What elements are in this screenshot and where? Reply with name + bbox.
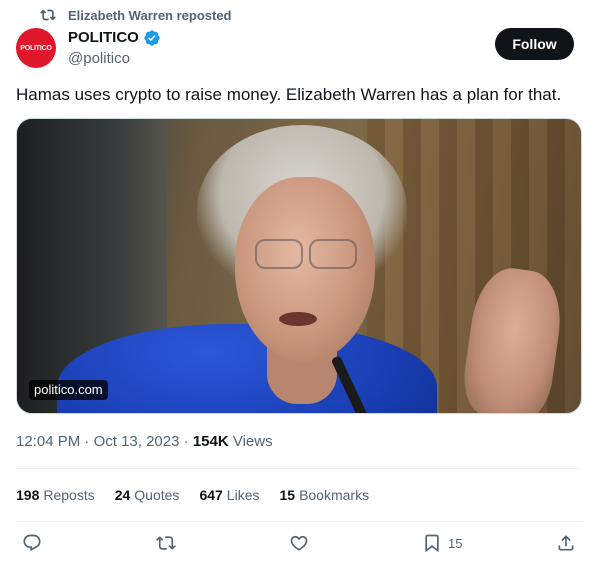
like-button[interactable] — [289, 533, 309, 553]
bookmark-icon — [425, 534, 439, 553]
link-card-image[interactable]: politico.com — [16, 118, 582, 414]
heart-icon — [290, 535, 308, 551]
bookmark-button[interactable]: 15 — [422, 533, 462, 553]
bookmarks-stat[interactable]: 15 Bookmarks — [279, 485, 369, 505]
verified-badge-icon — [144, 30, 160, 46]
likes-stat[interactable]: 647 Likes — [199, 485, 259, 505]
reposts-label: Reposts — [43, 487, 95, 503]
author-name-row[interactable]: POLITICO — [68, 28, 161, 48]
link-source-label[interactable]: politico.com — [29, 380, 108, 400]
glasses-left-lens — [255, 239, 303, 269]
quotes-count: 24 — [114, 487, 131, 503]
bookmark-count: 15 — [448, 535, 463, 551]
repost-button[interactable] — [156, 533, 176, 553]
divider — [16, 468, 582, 469]
tweet-header: POLITICO POLITICO @politico Follow — [16, 28, 582, 72]
views-count: 154K — [192, 433, 229, 450]
divider — [16, 521, 582, 522]
quotes-stat[interactable]: 24 Quotes — [115, 485, 180, 505]
reply-button[interactable] — [22, 533, 42, 553]
likes-label: Likes — [226, 487, 260, 503]
repost-icon — [156, 536, 176, 550]
meta-separator: · — [183, 433, 193, 450]
face — [235, 177, 375, 362]
engagement-stats: 198 Reposts 24 Quotes 647 Likes 15 Bookmarks — [16, 485, 369, 505]
likes-count: 647 — [199, 487, 223, 503]
views-label: Views — [232, 433, 273, 450]
reposts-count: 198 — [16, 487, 40, 503]
repost-icon — [40, 9, 56, 21]
repost-label: Elizabeth Warren reposted — [68, 7, 232, 23]
avatar[interactable]: POLITICO — [16, 28, 56, 68]
quotes-label: Quotes — [134, 487, 180, 503]
reposts-stat[interactable]: 198 Reposts — [16, 485, 95, 505]
repost-context[interactable]: Elizabeth Warren reposted — [40, 7, 232, 23]
author-block: POLITICO @politico — [68, 28, 161, 69]
author-handle[interactable]: @politico — [68, 49, 161, 69]
bookmarks-count: 15 — [279, 487, 296, 503]
share-icon — [558, 535, 574, 551]
mouth — [279, 312, 317, 326]
tweet-date[interactable]: Oct 13, 2023 — [94, 433, 180, 450]
tweet-meta: 12:04 PM · Oct 13, 2023 · 154K Views — [16, 432, 273, 452]
author-display-name[interactable]: POLITICO — [68, 28, 139, 48]
follow-button[interactable]: Follow — [495, 28, 574, 60]
tweet-time[interactable]: 12:04 PM — [16, 433, 80, 450]
action-bar: 15 — [16, 533, 582, 559]
tweet-text: Hamas uses crypto to raise money. Elizab… — [16, 85, 562, 104]
meta-separator: · — [84, 433, 94, 450]
bookmarks-label: Bookmarks — [299, 487, 370, 503]
share-button[interactable] — [556, 533, 576, 553]
glasses-right-lens — [309, 239, 357, 269]
reply-icon — [23, 534, 41, 552]
